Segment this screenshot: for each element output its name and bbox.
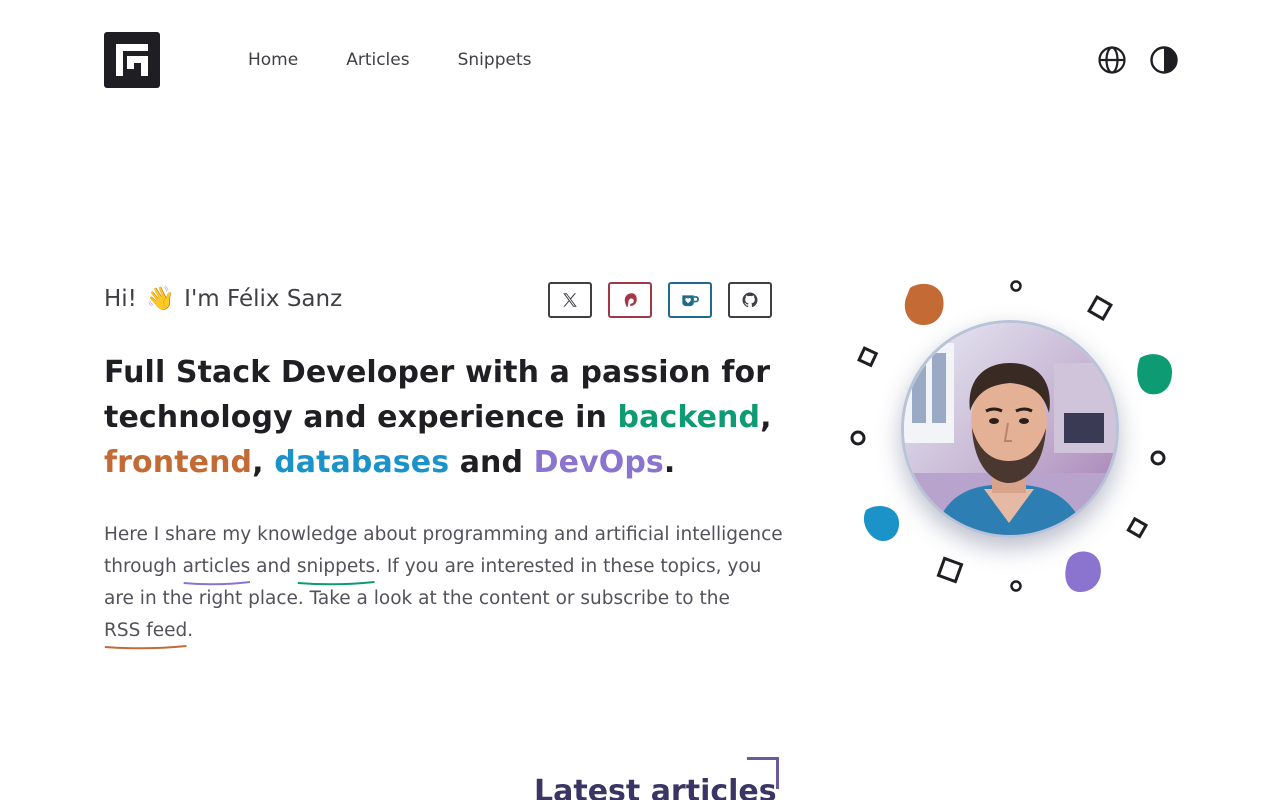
globe-icon bbox=[1098, 46, 1126, 74]
headline-backend: backend bbox=[617, 400, 761, 435]
orange-blob bbox=[904, 283, 944, 326]
contrast-icon bbox=[1150, 46, 1178, 74]
nav-home[interactable]: Home bbox=[248, 48, 298, 72]
snippets-link[interactable]: snippets bbox=[296, 551, 376, 586]
green-blob bbox=[1137, 354, 1172, 395]
language-button[interactable] bbox=[1096, 44, 1128, 76]
greeting: Hi! 👋 I'm Félix Sanz bbox=[104, 284, 342, 314]
hero-description: Here I share my knowledge about programm… bbox=[104, 519, 784, 650]
circle-decoration bbox=[850, 430, 866, 446]
articles-underline bbox=[183, 581, 250, 586]
snippets-underline bbox=[297, 581, 375, 586]
headline-databases: databases bbox=[274, 445, 450, 480]
circle-decoration bbox=[1010, 280, 1022, 292]
headline-comma: , bbox=[760, 400, 772, 435]
headline-devops: DevOps bbox=[533, 445, 664, 480]
patreon-icon bbox=[624, 293, 637, 307]
main-nav: Home Articles Snippets bbox=[248, 48, 531, 72]
snippets-link-label: snippets bbox=[296, 556, 376, 577]
square-decoration bbox=[1126, 516, 1149, 539]
kofi-icon bbox=[682, 295, 699, 307]
purple-blob bbox=[1065, 551, 1101, 592]
header-actions bbox=[1096, 44, 1180, 76]
avatar-illustration bbox=[840, 270, 1190, 610]
hero-intro: Hi! 👋 I'm Félix Sanz bbox=[104, 280, 774, 318]
patreon-social-button[interactable] bbox=[608, 282, 652, 318]
greeting-name: I'm Félix Sanz bbox=[184, 286, 343, 312]
articles-link[interactable]: articles bbox=[182, 551, 251, 586]
site-logo[interactable] bbox=[104, 32, 160, 88]
square-decoration bbox=[936, 556, 964, 584]
greeting-row: Hi! 👋 I'm Félix Sanz bbox=[104, 280, 774, 318]
circle-decoration bbox=[1150, 450, 1166, 466]
nav-articles[interactable]: Articles bbox=[346, 48, 409, 72]
square-decoration bbox=[857, 346, 879, 368]
site-header: Home Articles Snippets bbox=[0, 0, 1280, 120]
rss-underline bbox=[104, 645, 187, 650]
github-icon bbox=[742, 292, 758, 308]
kofi-social-button[interactable] bbox=[668, 282, 712, 318]
github-social-button[interactable] bbox=[728, 282, 772, 318]
headline-period: . bbox=[663, 445, 676, 480]
headline-comma: , bbox=[252, 445, 275, 480]
heading-corner-decoration bbox=[747, 757, 779, 789]
nav-snippets[interactable]: Snippets bbox=[458, 48, 532, 72]
blue-blob bbox=[863, 506, 900, 542]
hero-headline: Full Stack Developer with a passion for … bbox=[104, 350, 784, 485]
greeting-prefix: Hi! bbox=[104, 286, 137, 312]
profile-avatar bbox=[901, 320, 1119, 538]
logo-icon bbox=[116, 44, 148, 76]
articles-link-label: articles bbox=[182, 556, 251, 577]
headline-frontend: frontend bbox=[104, 445, 253, 480]
x-social-button[interactable] bbox=[548, 282, 592, 318]
x-icon bbox=[563, 293, 577, 307]
wave-icon: 👋 bbox=[146, 286, 175, 312]
profile-photo bbox=[904, 323, 1116, 535]
rss-feed-link[interactable]: RSS feed bbox=[104, 615, 188, 650]
theme-toggle-button[interactable] bbox=[1148, 44, 1180, 76]
latest-articles-heading: Latest articles bbox=[534, 774, 777, 800]
headline-and: and bbox=[449, 445, 534, 480]
rss-feed-link-label: RSS feed bbox=[104, 620, 188, 641]
intro-text: . bbox=[187, 620, 194, 641]
social-links bbox=[548, 282, 772, 318]
square-decoration bbox=[1087, 295, 1113, 321]
circle-decoration bbox=[1010, 580, 1022, 592]
intro-text: and bbox=[250, 556, 297, 577]
